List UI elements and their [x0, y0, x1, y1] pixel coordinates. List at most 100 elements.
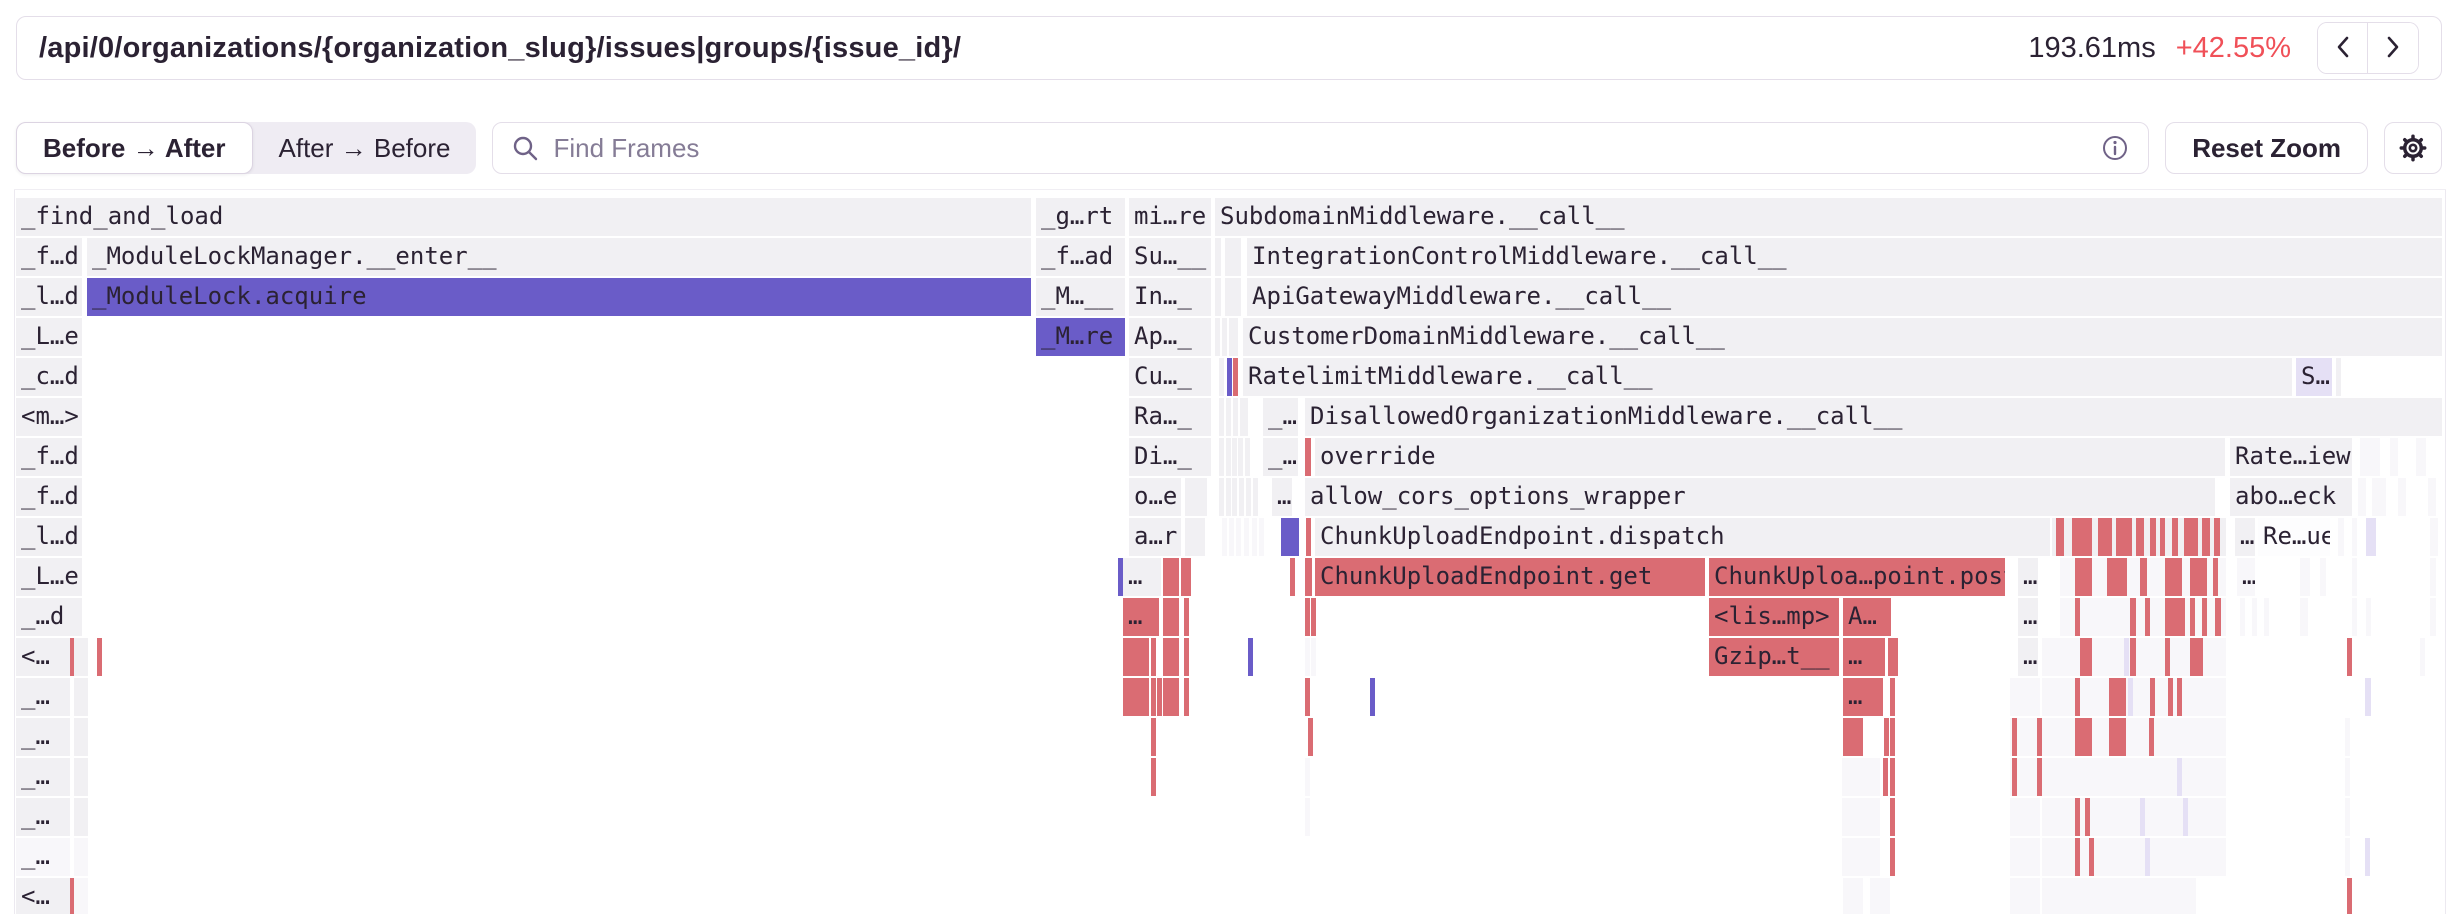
flame-frame[interactable] — [2165, 558, 2182, 596]
search-input[interactable] — [551, 132, 2088, 165]
flame-frame[interactable] — [2264, 598, 2269, 636]
flame-frame[interactable] — [1229, 318, 1238, 356]
flame-frame[interactable]: … — [2237, 558, 2255, 596]
flame-frame[interactable]: RatelimitMiddleware.__call__ — [1243, 358, 2292, 396]
flame-frame[interactable] — [2075, 718, 2092, 756]
route-path[interactable]: /api/0/organizations/{organization_slug}… — [39, 32, 961, 65]
flame-frame[interactable] — [1186, 558, 1191, 596]
settings-button[interactable] — [2384, 122, 2442, 174]
flame-frame[interactable]: Cu…_ — [1129, 358, 1211, 396]
flame-frame[interactable] — [1843, 718, 1863, 756]
flame-frame[interactable] — [2042, 758, 2226, 796]
flame-frame[interactable] — [1890, 838, 1895, 876]
flame-frame[interactable] — [1233, 358, 1238, 396]
flame-frame[interactable] — [1151, 718, 1156, 756]
flame-frame[interactable] — [2124, 638, 2129, 676]
flame-frame[interactable] — [2300, 558, 2310, 596]
flame-frame[interactable] — [1163, 638, 1179, 676]
flame-frame[interactable] — [2428, 478, 2436, 516]
flame-frame[interactable] — [1226, 438, 1231, 476]
flame-frame[interactable] — [2042, 678, 2226, 716]
flame-frame[interactable]: Re…ue — [2258, 518, 2330, 556]
flame-frame[interactable]: _… — [16, 718, 70, 756]
flame-frame[interactable] — [2190, 638, 2203, 676]
flame-frame[interactable] — [2145, 838, 2150, 876]
flame-frame[interactable] — [2010, 678, 2040, 716]
flame-frame[interactable] — [2213, 558, 2218, 596]
flame-frame[interactable] — [2300, 598, 2308, 636]
flame-frame[interactable] — [1239, 478, 1244, 516]
flame-frame[interactable] — [1215, 278, 1221, 316]
flame-frame[interactable]: DisallowedOrganizationMiddleware.__call_… — [1305, 398, 2442, 436]
flame-frame[interactable] — [2149, 718, 2154, 756]
flame-frame[interactable] — [2366, 598, 2371, 636]
flame-frame[interactable] — [1219, 438, 1224, 476]
flame-frame[interactable]: _… — [16, 678, 70, 716]
flame-frame[interactable]: Su…__ — [1129, 238, 1211, 276]
flame-frame[interactable] — [1157, 678, 1162, 716]
flame-frame[interactable]: _f…d — [16, 478, 82, 516]
flame-frame[interactable]: override — [1315, 438, 2225, 476]
flame-frame[interactable] — [2042, 798, 2226, 836]
flame-frame[interactable] — [2116, 518, 2132, 556]
flame-frame[interactable] — [1222, 518, 1227, 556]
url-bar[interactable]: /api/0/organizations/{organization_slug}… — [16, 16, 2442, 80]
flame-frame[interactable] — [2184, 518, 2198, 556]
flame-frame[interactable] — [1225, 278, 1241, 316]
flame-frame[interactable] — [2012, 758, 2017, 796]
flame-frame[interactable] — [1370, 678, 1375, 716]
flame-frame[interactable] — [1305, 758, 1310, 796]
flame-frame[interactable]: _f…ad — [1036, 238, 1125, 276]
flame-frame[interactable] — [1219, 478, 1224, 516]
flame-frame[interactable] — [1163, 678, 1179, 716]
flame-frame[interactable] — [2098, 518, 2112, 556]
flame-frame[interactable] — [1305, 678, 1310, 716]
flame-frame[interactable] — [2075, 838, 2080, 876]
flame-frame[interactable]: _M…__ — [1036, 278, 1125, 316]
flame-frame[interactable] — [74, 878, 88, 914]
flame-frame[interactable] — [2010, 838, 2040, 876]
flame-frame[interactable]: _L…e — [16, 318, 82, 356]
flame-frame[interactable] — [1311, 638, 1316, 676]
flame-frame[interactable] — [2130, 598, 2136, 636]
flame-frame[interactable] — [2416, 438, 2426, 476]
flame-frame[interactable] — [2183, 798, 2188, 836]
flame-frame[interactable]: … — [2018, 638, 2038, 676]
flame-frame[interactable]: <lis…mp> — [1709, 598, 1839, 636]
flame-frame[interactable] — [2345, 838, 2350, 876]
flame-frame[interactable]: … — [1123, 598, 1159, 636]
flame-frame[interactable] — [1226, 398, 1231, 436]
flame-frame[interactable]: Rate…iew — [2230, 438, 2352, 476]
flame-frame[interactable] — [1890, 798, 1895, 836]
flame-frame[interactable] — [1308, 718, 1313, 756]
flame-frame[interactable] — [2165, 598, 2185, 636]
flame-frame[interactable]: _l…d — [16, 518, 82, 556]
flame-frame[interactable] — [2352, 518, 2357, 556]
flame-frame[interactable] — [2420, 638, 2425, 676]
flame-frame[interactable] — [2360, 438, 2380, 476]
flame-frame[interactable] — [2168, 678, 2173, 716]
flame-frame[interactable] — [2042, 878, 2196, 914]
flame-frame[interactable]: … — [1272, 478, 1292, 516]
flame-frame[interactable] — [74, 838, 88, 876]
flame-frame[interactable]: a…r — [1129, 518, 1181, 556]
flame-frame[interactable] — [2336, 358, 2341, 396]
flame-frame[interactable] — [2177, 678, 2182, 716]
flame-frame[interactable] — [1215, 318, 1220, 356]
flame-frame[interactable] — [2345, 718, 2350, 756]
flame-frame[interactable] — [2010, 798, 2040, 836]
flame-frame[interactable] — [1305, 438, 1311, 476]
flame-frame[interactable] — [2136, 518, 2144, 556]
flame-frame[interactable]: <… — [16, 878, 70, 914]
flame-frame[interactable] — [2109, 678, 2126, 716]
flame-frame[interactable] — [1222, 318, 1227, 356]
flame-frame[interactable] — [1185, 518, 1205, 556]
flame-frame[interactable] — [2320, 558, 2326, 596]
flame-frame[interactable]: _l…d — [16, 278, 82, 316]
flame-frame[interactable] — [2347, 878, 2352, 914]
flame-frame[interactable] — [2107, 558, 2127, 596]
toggle-before-after[interactable]: Before → After — [16, 122, 253, 174]
flame-frame[interactable] — [1890, 718, 1895, 756]
flame-frame[interactable] — [2130, 638, 2136, 676]
flame-frame[interactable] — [2430, 598, 2436, 636]
